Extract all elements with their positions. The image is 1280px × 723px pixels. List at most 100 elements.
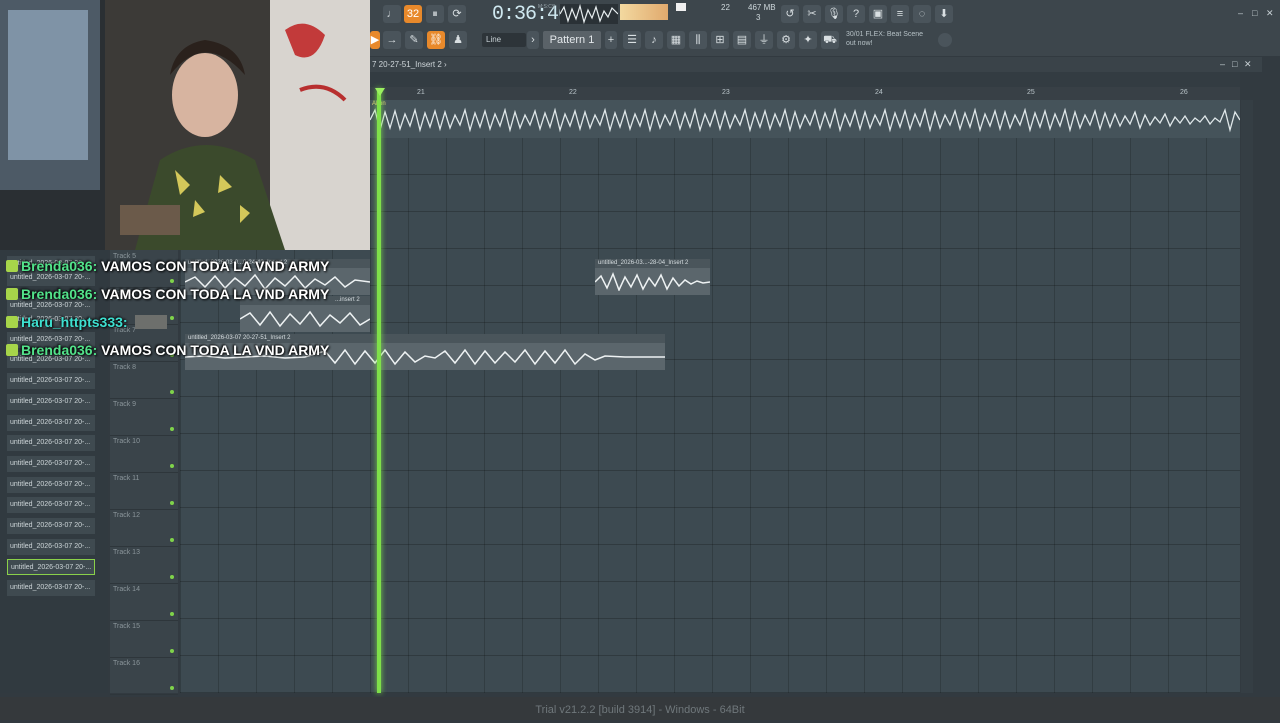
- track-mute-led[interactable]: [170, 464, 174, 468]
- piano-roll-icon[interactable]: ♪: [645, 31, 663, 49]
- loop-icon[interactable]: ⟳: [448, 5, 466, 23]
- clip-title: untitled_2026-03...-28-04_Insert 2: [598, 260, 689, 266]
- browser-item[interactable]: untitled_2026-03-07 20-...: [7, 394, 95, 410]
- track-mute-led[interactable]: [170, 390, 174, 394]
- bpm-display[interactable]: 32: [404, 5, 422, 23]
- track-mute-led[interactable]: [170, 575, 174, 579]
- browser-item[interactable]: untitled_2026-03-07 20-...: [7, 435, 95, 451]
- audio-clip-track-1[interactable]: [370, 100, 1240, 138]
- close-icon[interactable]: ✕: [1266, 8, 1274, 19]
- tools-icon[interactable]: ⚙: [777, 31, 795, 49]
- browser-item-selected[interactable]: untitled_2026-03-07 20-...: [7, 559, 95, 575]
- playlist-title: 7 20-27-51_Insert 2 ›: [372, 60, 447, 69]
- track-mute-led[interactable]: [170, 686, 174, 690]
- track-header[interactable]: Track 9: [110, 398, 178, 436]
- account-icon[interactable]: [938, 33, 952, 47]
- playlist-overview-bar[interactable]: [370, 72, 1240, 87]
- track-name: Track 9: [113, 401, 137, 408]
- chat-badge-icon: [6, 316, 18, 328]
- webcam-image: [0, 0, 370, 250]
- metronome-icon[interactable]: ♩: [383, 5, 401, 23]
- channel-rack-icon[interactable]: ▦: [667, 31, 685, 49]
- chat-badge-icon: [6, 260, 18, 272]
- mixer-icon[interactable]: ≡: [891, 5, 909, 23]
- chat-message: Brenda036: VAMOS CON TODA LA VND ARMY: [6, 258, 329, 274]
- clip-waveform: [595, 272, 710, 291]
- playlist-close-icon[interactable]: ✕: [1244, 57, 1252, 72]
- polyphony-value: 3: [756, 13, 761, 22]
- pencil-icon[interactable]: ✎: [405, 31, 423, 49]
- track-header[interactable]: Track 15: [110, 620, 178, 658]
- playhead-marker[interactable]: [375, 88, 385, 96]
- browser-item[interactable]: untitled_2026-03-07 20-...: [7, 580, 95, 596]
- browser-item[interactable]: untitled_2026-03-07 20-...: [7, 415, 95, 431]
- track-name: Track 8: [113, 364, 137, 371]
- wrench-icon[interactable]: ✦: [799, 31, 817, 49]
- track-mute-led[interactable]: [170, 427, 174, 431]
- audio-clip[interactable]: untitled_2026-03...-28-04_Insert 2: [595, 259, 710, 295]
- webcam-overlay: [0, 0, 370, 250]
- link-icon[interactable]: ⛓: [427, 31, 445, 49]
- browser-item[interactable]: untitled_2026-03-07 20-...: [7, 477, 95, 493]
- ruler-bar-25: 25: [1027, 89, 1035, 96]
- chat-icon[interactable]: ◌: [913, 5, 931, 23]
- browser-item[interactable]: untitled_2026-03-07 20-...: [7, 518, 95, 534]
- save-icon[interactable]: ▣: [869, 5, 887, 23]
- browser-item[interactable]: untitled_2026-03-07 20-...: [7, 539, 95, 555]
- track-mute-led[interactable]: [170, 649, 174, 653]
- stamp-icon[interactable]: ♟: [449, 31, 467, 49]
- track-header[interactable]: Track 11: [110, 472, 178, 510]
- track-mute-led[interactable]: [170, 501, 174, 505]
- chat-username: Brenda036:: [21, 258, 98, 274]
- vertical-scrollbar[interactable]: [1241, 100, 1253, 693]
- maximize-icon[interactable]: □: [1252, 8, 1257, 18]
- cut-icon[interactable]: ✂: [803, 5, 821, 23]
- pattern-prev-icon[interactable]: ›: [527, 31, 539, 49]
- chat-message: Haru_httpts333:: [6, 314, 168, 330]
- pattern-add-icon[interactable]: +: [605, 31, 617, 49]
- help-icon[interactable]: ?: [847, 5, 865, 23]
- chat-text: VAMOS CON TODA LA VND ARMY: [101, 286, 330, 302]
- undo-icon[interactable]: ↺: [781, 5, 799, 23]
- track-name: Track 13: [113, 549, 140, 556]
- news-ticker[interactable]: 30/01 FLEX: Beat Scene out now!: [846, 30, 946, 54]
- wait-icon[interactable]: ⏸: [426, 5, 444, 23]
- track-1-waveform: [370, 107, 1240, 133]
- track-header[interactable]: Track 8: [110, 361, 178, 399]
- mic-icon[interactable]: 🎙: [825, 5, 843, 23]
- playlist-minimize-icon[interactable]: –: [1220, 57, 1225, 72]
- chat-text: VAMOS CON TODA LA VND ARMY: [101, 258, 330, 274]
- browser-item[interactable]: untitled_2026-03-07 20-...: [7, 456, 95, 472]
- arrow-icon[interactable]: →: [383, 31, 401, 49]
- track-header[interactable]: Track 16: [110, 657, 178, 695]
- track-mute-led[interactable]: [170, 612, 174, 616]
- mixer-view-icon[interactable]: ⫼: [689, 31, 707, 49]
- chat-username: Brenda036:: [21, 286, 98, 302]
- playlist-maximize-icon[interactable]: □: [1232, 57, 1237, 72]
- track-mute-led[interactable]: [170, 279, 174, 283]
- timeline-ruler[interactable]: 21 22 23 24 25 26: [370, 87, 1240, 100]
- track-mute-led[interactable]: [170, 538, 174, 542]
- cpu-value: 22: [721, 3, 730, 12]
- track-header[interactable]: Track 10: [110, 435, 178, 473]
- chat-badge-icon: [6, 344, 18, 356]
- track-header[interactable]: Track 14: [110, 583, 178, 621]
- cpu-meter-icon: [676, 3, 686, 11]
- play-icon[interactable]: ▶: [370, 31, 380, 49]
- playlist-icon[interactable]: ☰: [623, 31, 641, 49]
- browser-item[interactable]: untitled_2026-03-07 20-...: [7, 497, 95, 513]
- playhead-line[interactable]: [377, 88, 381, 693]
- browser-icon[interactable]: ⊞: [711, 31, 729, 49]
- clipboard-icon[interactable]: ▤: [733, 31, 751, 49]
- ruler-bar-26: 26: [1180, 89, 1188, 96]
- pattern-select[interactable]: Pattern 1: [543, 31, 601, 49]
- cart-icon[interactable]: ⛟: [821, 31, 839, 49]
- browser-item[interactable]: untitled_2026-03-07 20-...: [7, 373, 95, 389]
- track-header[interactable]: Track 13: [110, 546, 178, 584]
- minimize-icon[interactable]: –: [1238, 8, 1243, 18]
- track-mute-led[interactable]: [170, 316, 174, 320]
- snap-select[interactable]: Line: [482, 33, 526, 47]
- plugin-icon[interactable]: ⏚: [755, 31, 773, 49]
- download-icon[interactable]: ⬇: [935, 5, 953, 23]
- track-header[interactable]: Track 12: [110, 509, 178, 547]
